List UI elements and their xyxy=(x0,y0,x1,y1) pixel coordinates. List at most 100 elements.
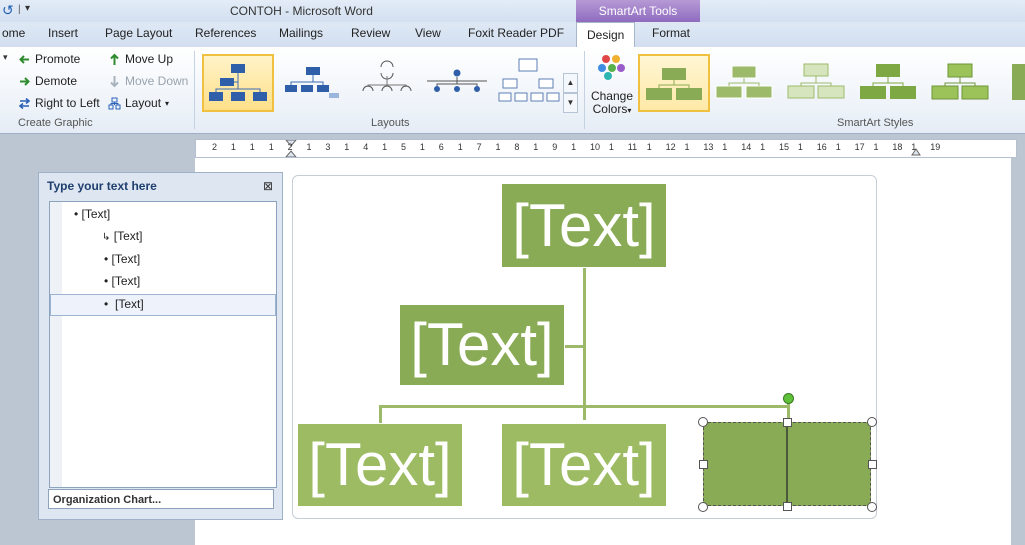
tab-mailings[interactable]: Mailings xyxy=(279,26,323,40)
smartart-style-subtle-effect[interactable] xyxy=(782,54,850,108)
ruler-number: 1 xyxy=(722,142,728,152)
list-item-selected[interactable]: • [Text] xyxy=(50,294,276,316)
title-bar: ↺ | ▾ CONTOH - Microsoft Word xyxy=(0,0,1025,22)
layout-circle-picture-hierarchy-thumbnail[interactable] xyxy=(422,54,492,110)
ruler-number: 1 xyxy=(797,142,803,152)
layouts-scroll-up[interactable]: ▲ xyxy=(563,73,578,93)
smartart-style-white-outline[interactable] xyxy=(710,54,778,108)
create-graphic-group-label: Create Graphic xyxy=(18,117,93,129)
layout-button[interactable]: Layout ▾ xyxy=(108,96,169,110)
tab-format[interactable]: Format xyxy=(652,26,690,40)
ruler-number: 1 xyxy=(911,142,917,152)
org-chart-description-link[interactable]: Organization Chart... xyxy=(48,489,274,509)
ruler-number: 6 xyxy=(438,142,444,152)
tab-design[interactable]: Design xyxy=(576,22,636,48)
change-colors-line2-text: Colors xyxy=(592,102,628,116)
color-palette-icon xyxy=(598,55,625,80)
layout-org-chart-thumbnail[interactable] xyxy=(202,54,274,112)
tab-page-layout[interactable]: Page Layout xyxy=(105,26,172,40)
text-cursor xyxy=(786,422,788,506)
demote-arrow-icon xyxy=(20,76,30,86)
smartart-style-simple-fill[interactable] xyxy=(638,54,710,112)
resize-handle[interactable] xyxy=(783,418,792,427)
smartart-text-pane[interactable]: Type your text here ⊠ • [Text] ↳ [Text] … xyxy=(38,172,283,520)
change-colors-button[interactable]: Change Colors▾ xyxy=(588,51,636,116)
layout-half-circle-org-chart-thumbnail[interactable] xyxy=(352,54,422,110)
half-circle-org-chart-layout-icon xyxy=(362,60,412,92)
ruler-number: 1 xyxy=(230,142,236,152)
promote-arrow-icon xyxy=(19,54,29,64)
ruler-number: 1 xyxy=(306,142,312,152)
list-item[interactable]: • [Text] xyxy=(74,207,110,221)
quick-access-menu-icon[interactable]: ▾ xyxy=(25,3,30,14)
right-to-left-button[interactable]: Right to Left xyxy=(18,96,100,110)
resize-handle[interactable] xyxy=(867,502,877,512)
app-name: Microsoft Word xyxy=(292,4,373,18)
node-assistant[interactable]: [Text] xyxy=(400,305,564,385)
right-to-left-icon xyxy=(18,97,31,109)
name-title-org-chart-layout-icon xyxy=(285,67,339,98)
tab-insert[interactable]: Insert xyxy=(48,26,78,40)
node-child-1[interactable]: [Text] xyxy=(298,424,462,506)
text-pane-list[interactable]: • [Text] ↳ [Text] • [Text] • [Text] • [T… xyxy=(49,201,277,488)
move-down-arrow-icon xyxy=(110,75,119,87)
promote-label: Promote xyxy=(35,52,81,66)
list-item[interactable]: • [Text] xyxy=(104,252,140,266)
layout-name-title-org-chart-thumbnail[interactable] xyxy=(278,54,348,110)
ruler-number: 9 xyxy=(552,142,558,152)
rotate-handle[interactable] xyxy=(783,393,794,404)
smartart-style-intense-effect[interactable] xyxy=(926,54,994,108)
ruler-number: 11 xyxy=(627,142,638,152)
ribbon: ▾ Promote Demote Right to Left Move Up M… xyxy=(0,47,1025,134)
undo-icon[interactable]: ↺ xyxy=(2,2,14,19)
add-shape-dropdown-icon[interactable]: ▾ xyxy=(3,52,8,63)
ruler-number: 1 xyxy=(419,142,425,152)
ruler-number: 1 xyxy=(684,142,690,152)
smartart-frame[interactable]: [Text] [Text] [Text] [Text] xyxy=(292,175,877,519)
tab-home[interactable]: ome xyxy=(2,26,25,40)
tab-references[interactable]: References xyxy=(195,26,256,40)
promote-button[interactable]: Promote xyxy=(18,52,80,66)
move-down-button[interactable]: Move Down xyxy=(108,74,188,88)
tab-review[interactable]: Review xyxy=(351,26,390,40)
connector-horizontal xyxy=(379,405,789,408)
list-item[interactable]: • [Text] xyxy=(104,274,140,288)
smartart-style-partial-thumbnail[interactable] xyxy=(1012,64,1025,100)
move-up-label: Move Up xyxy=(125,52,174,66)
tab-view[interactable]: View xyxy=(415,26,441,40)
ruler-number: 1 xyxy=(382,142,388,152)
ruler-number: 1 xyxy=(533,142,539,152)
ruler-number: 12 xyxy=(665,142,676,152)
layouts-more-button[interactable]: ▼ xyxy=(563,93,578,113)
resize-handle[interactable] xyxy=(868,460,877,469)
ruler-number: 1 xyxy=(571,142,577,152)
bullet-icon: • xyxy=(74,207,79,221)
layout-label: Layout xyxy=(125,96,162,110)
demote-button[interactable]: Demote xyxy=(18,74,77,88)
resize-handle[interactable] xyxy=(867,417,877,427)
ruler-number: 1 xyxy=(873,142,879,152)
resize-handle[interactable] xyxy=(699,460,708,469)
node-child-2[interactable]: [Text] xyxy=(502,424,666,506)
resize-handle[interactable] xyxy=(783,502,792,511)
smartart-style-moderate-effect[interactable] xyxy=(854,54,922,108)
layout-table-hierarchy-thumbnail[interactable] xyxy=(494,54,564,110)
text-pane-title: Type your text here xyxy=(47,179,157,193)
group-divider xyxy=(194,51,195,129)
horizontal-ruler[interactable]: 2 1 1 1 2 1 3 1 4 1 5 1 6 1 7 1 8 1 9 1 10 1 11 1 12 1 13 1 14 1 15 1 16… xyxy=(195,139,1017,158)
list-item[interactable]: ↳ [Text] xyxy=(102,229,142,243)
ruler-number: 5 xyxy=(401,142,407,152)
text-pane-close-icon[interactable]: ⊠ xyxy=(263,179,273,193)
connector-trunk xyxy=(583,268,586,420)
resize-handle[interactable] xyxy=(698,502,708,512)
move-up-button[interactable]: Move Up xyxy=(108,52,173,66)
title-dash: - xyxy=(285,4,290,18)
node-top[interactable]: [Text] xyxy=(502,184,666,267)
ruler-number: 1 xyxy=(608,142,614,152)
layouts-group-label: Layouts xyxy=(371,117,410,129)
resize-handle[interactable] xyxy=(698,417,708,427)
list-gutter xyxy=(50,202,62,487)
tab-foxit-reader-pdf[interactable]: Foxit Reader PDF xyxy=(468,26,564,40)
circle-hierarchy-layout-icon xyxy=(427,69,487,92)
move-up-arrow-icon xyxy=(110,53,119,65)
